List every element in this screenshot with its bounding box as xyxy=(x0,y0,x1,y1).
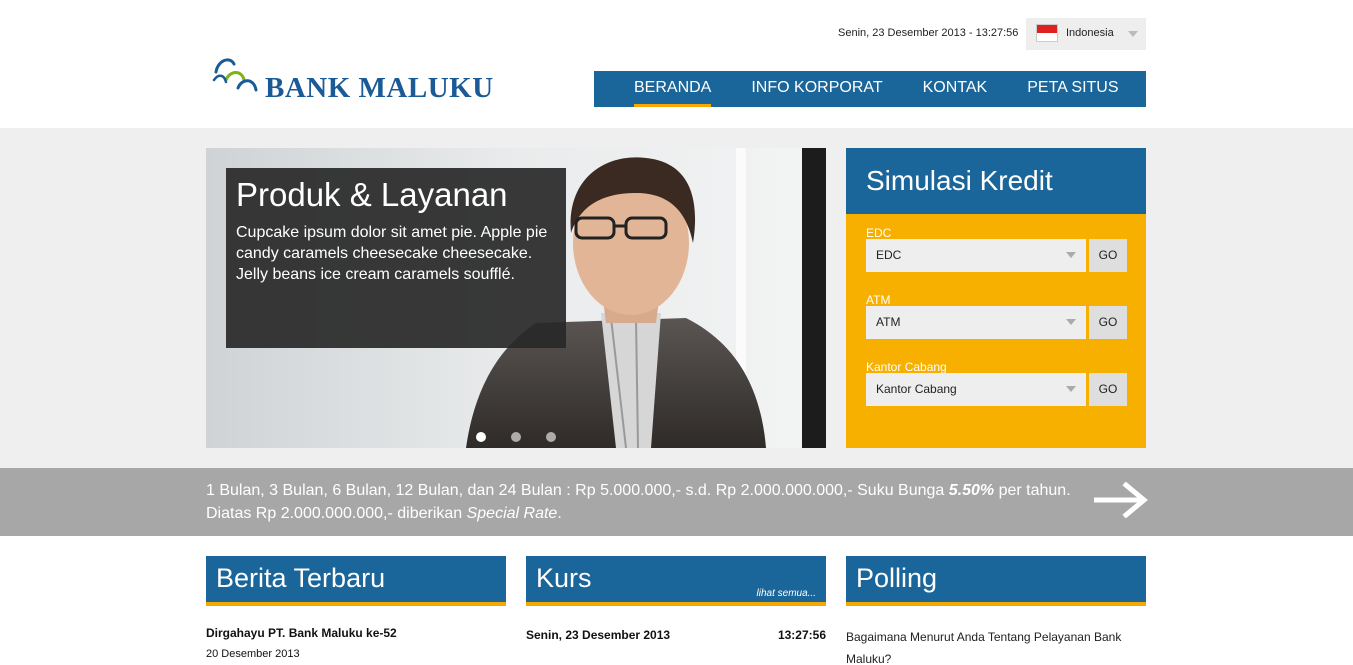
atm-go-button[interactable]: GO xyxy=(1089,306,1127,339)
edc-select-value: EDC xyxy=(876,248,902,262)
atm-select[interactable]: ATM xyxy=(866,306,1086,339)
language-select[interactable]: Indonesia xyxy=(1026,18,1146,50)
logo-text: BANK MALUKU xyxy=(265,72,494,104)
logo-mark-icon xyxy=(212,58,258,92)
language-label: Indonesia xyxy=(1066,27,1114,39)
chevron-down-icon xyxy=(1128,31,1138,37)
strip-rate: 5.50% xyxy=(948,482,995,499)
kurs-header: Kurs lihat semua... xyxy=(526,556,826,606)
kantor-cabang-go-button[interactable]: GO xyxy=(1089,373,1127,406)
kurs-title: Kurs xyxy=(536,563,592,593)
nav-item-beranda[interactable]: BERANDA xyxy=(634,71,712,107)
kurs-see-all-link[interactable]: lihat semua... xyxy=(757,572,816,616)
chevron-down-icon xyxy=(1066,386,1076,392)
sim-row-kantor-cabang: Kantor Cabang Kantor Cabang GO xyxy=(866,360,1128,406)
bank-logo[interactable]: BANK MALUKU xyxy=(212,52,512,104)
slider-dot[interactable] xyxy=(511,432,521,442)
edc-select[interactable]: EDC xyxy=(866,239,1086,272)
nav-item-peta-situs[interactable]: PETA SITUS xyxy=(1027,71,1118,107)
polling-panel: Polling Bagaimana Menurut Anda Tentang P… xyxy=(846,556,1146,665)
nav-item-info-korporat[interactable]: INFO KORPORAT xyxy=(751,71,882,107)
edc-go-button[interactable]: GO xyxy=(1089,239,1127,272)
kurs-time: 13:27:56 xyxy=(777,628,826,642)
news-item-title[interactable]: Dirgahayu PT. Bank Maluku ke-52 xyxy=(206,626,506,640)
simulasi-kredit-panel: Simulasi Kredit EDC EDC GO ATM ATM GO Ka… xyxy=(846,148,1146,448)
strip-line2-suffix: . xyxy=(557,505,562,522)
polling-question: Bagaimana Menurut Anda Tentang Pelayanan… xyxy=(846,630,1122,665)
slider-title: Produk & Layanan xyxy=(236,176,508,213)
strip-line2-prefix: Diatas Rp 2.000.000.000,- diberikan xyxy=(206,505,467,522)
news-item-date: 20 Desember 2013 xyxy=(206,648,300,660)
main-nav: BERANDA INFO KORPORAT KONTAK PETA SITUS xyxy=(594,71,1146,107)
simulasi-title: Simulasi Kredit xyxy=(846,148,1146,214)
nav-item-kontak[interactable]: KONTAK xyxy=(923,71,988,107)
kurs-panel: Kurs lihat semua... Senin, 23 Desember 2… xyxy=(526,556,826,642)
slider-dot[interactable] xyxy=(546,432,556,442)
slider-dot[interactable] xyxy=(476,432,486,442)
slider-caption: Produk & Layanan Cupcake ipsum dolor sit… xyxy=(226,168,566,348)
sim-row-atm: ATM ATM GO xyxy=(866,293,1128,339)
kantor-cabang-select-value: Kantor Cabang xyxy=(876,382,957,396)
site-header: Senin, 23 Desember 2013 - 13:27:56 Indon… xyxy=(0,0,1353,128)
interest-rate-text: 1 Bulan, 3 Bulan, 6 Bulan, 12 Bulan, dan… xyxy=(206,479,1086,525)
slider-text: Cupcake ipsum dolor sit amet pie. Apple … xyxy=(236,224,548,283)
interest-rate-strip: 1 Bulan, 3 Bulan, 6 Bulan, 12 Bulan, dan… xyxy=(0,468,1353,536)
sim-row-edc: EDC EDC GO xyxy=(866,226,1128,272)
strip-special-rate: Special Rate xyxy=(466,505,558,522)
kantor-cabang-select[interactable]: Kantor Cabang xyxy=(866,373,1086,406)
polling-title: Polling xyxy=(846,556,1146,606)
strip-line1-prefix: 1 Bulan, 3 Bulan, 6 Bulan, 12 Bulan, dan… xyxy=(206,482,949,499)
atm-select-value: ATM xyxy=(876,315,901,329)
kurs-date: Senin, 23 Desember 2013 xyxy=(526,628,671,642)
indonesia-flag-icon xyxy=(1036,24,1058,42)
berita-panel: Berita Terbaru Dirgahayu PT. Bank Maluku… xyxy=(206,556,506,660)
berita-title: Berita Terbaru xyxy=(206,556,506,606)
arrow-right-icon[interactable] xyxy=(1094,482,1148,518)
strip-line1-suffix: per tahun. xyxy=(994,482,1071,499)
header-datetime: Senin, 23 Desember 2013 - 13:27:56 xyxy=(838,27,1019,39)
slider-dots xyxy=(476,432,581,442)
hero-slider[interactable]: Produk & Layanan Cupcake ipsum dolor sit… xyxy=(206,148,826,448)
chevron-down-icon xyxy=(1066,252,1076,258)
kurs-date-row: Senin, 23 Desember 2013 13:27:56 xyxy=(526,628,826,642)
chevron-down-icon xyxy=(1066,319,1076,325)
